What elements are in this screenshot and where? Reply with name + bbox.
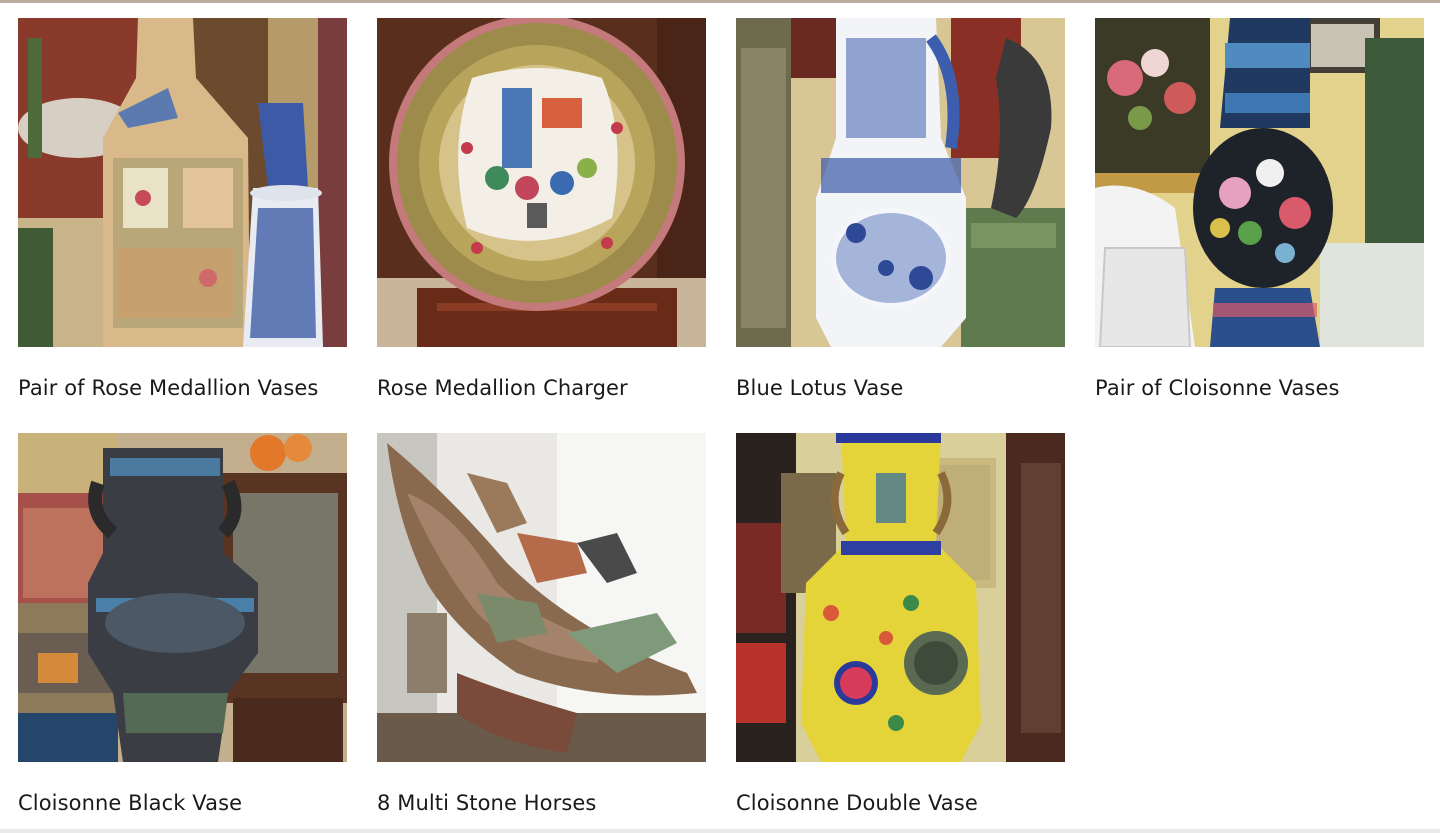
product-gallery: Pair of Rose Medallion Vases Rose Medall… <box>18 18 1424 829</box>
item-title[interactable]: Cloisonne Black Vase <box>18 789 347 817</box>
top-border <box>0 0 1440 3</box>
item-title[interactable]: Rose Medallion Charger <box>377 374 706 402</box>
product-image[interactable] <box>736 18 1065 347</box>
item-title[interactable]: Pair of Rose Medallion Vases <box>18 374 347 402</box>
product-image[interactable] <box>377 18 706 347</box>
bottom-border <box>0 829 1440 833</box>
product-image[interactable] <box>1095 18 1424 347</box>
product-image[interactable] <box>18 18 347 347</box>
item-title[interactable]: Blue Lotus Vase <box>736 374 1065 402</box>
item-title[interactable]: 8 Multi Stone Horses <box>377 789 706 817</box>
product-image[interactable] <box>18 433 347 762</box>
item-title[interactable]: Cloisonne Double Vase <box>736 789 1065 817</box>
item-title[interactable]: Pair of Cloisonne Vases <box>1095 374 1424 402</box>
product-image[interactable] <box>377 433 706 762</box>
product-image[interactable] <box>736 433 1065 762</box>
